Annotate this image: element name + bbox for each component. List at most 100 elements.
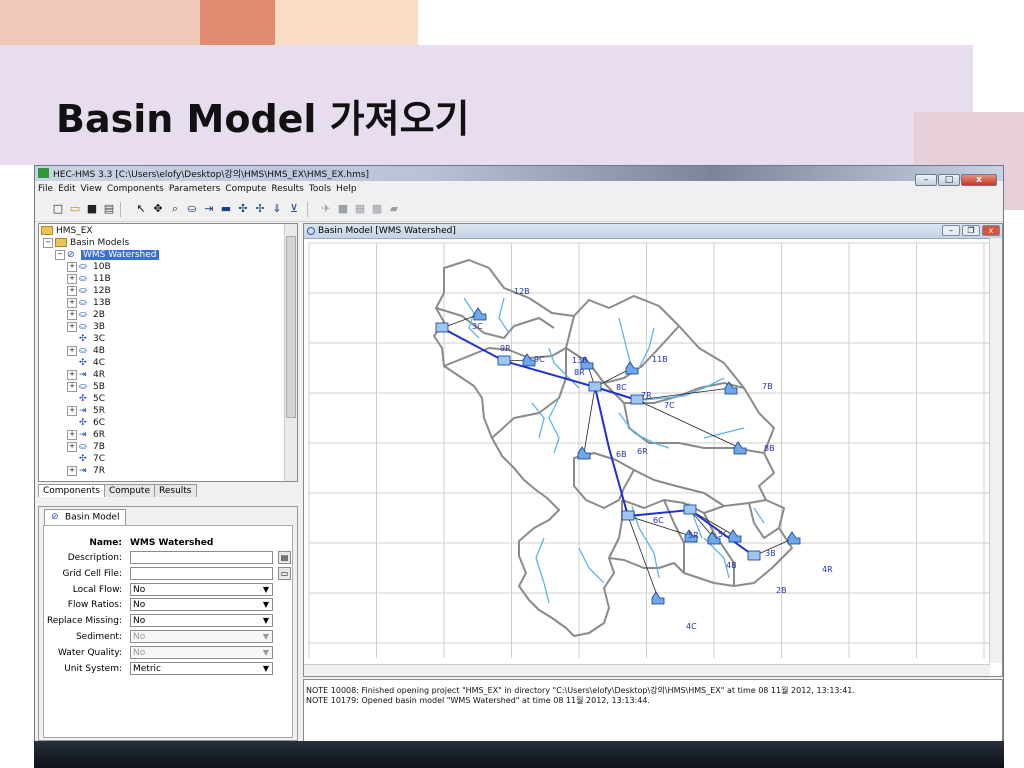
map-label: 7B [762,382,773,391]
tree-item-4r[interactable]: + ⇥ 4R [67,369,105,381]
diversion-tool-icon[interactable]: ✢ [253,202,267,216]
new-icon[interactable]: □ [51,202,65,216]
tree-item-4c[interactable]: +✣4C [67,357,105,369]
element-labels: 12B 3C 9R 9C 13B 11B 8R 8C 7R 7B 7C 8B 6B 6R 6C 5R 5C 3B 4… [472,287,833,631]
tree-basin-models[interactable]: − Basin Models [43,237,129,249]
menu-parameters[interactable]: Parameters [166,183,223,194]
collapse-icon[interactable]: − [43,237,53,248]
tree-item-6c[interactable]: +✣6C [67,417,105,429]
expand-icon[interactable]: + [67,297,77,308]
junction-icon [588,381,602,392]
tree-item-3b[interactable]: + ⛀ 3B [67,321,105,333]
subbasin-icon [577,446,591,460]
expand-icon[interactable]: + [67,285,77,296]
zoom-icon[interactable]: ⌕ [168,202,182,216]
map-horizontal-scrollbar[interactable] [304,664,990,676]
junction-icon [683,504,697,515]
unit-system-select[interactable]: Metric ▼ [130,662,273,675]
collapse-icon[interactable]: − [55,249,65,260]
reservoir-tool-icon[interactable]: ▬ [219,202,233,216]
description-field[interactable] [130,551,273,564]
chevron-down-icon: ▼ [262,616,269,625]
local-flow-select[interactable]: No ▼ [130,583,273,596]
map-label: 9R [500,344,511,353]
expand-icon[interactable]: + [67,405,77,416]
tab-compute[interactable]: Compute [103,484,155,497]
description-edit-icon[interactable]: ▤ [278,551,291,564]
tree-item-4b[interactable]: + ⛀ 4B [67,345,105,357]
reach-icon: ⇥ [79,369,87,380]
message-line: NOTE 10179: Opened basin model "WMS Wate… [306,696,650,705]
local-flow-label: Local Flow: [72,585,122,595]
tree-item-3c[interactable]: +✣3C [67,333,105,345]
tree-item-11b[interactable]: + ⛀ 11B [67,273,111,285]
tree-item-5r[interactable]: + ⇥ 5R [67,405,105,417]
tree-item-7r[interactable]: + ⇥ 7R [67,465,105,477]
basin-map-canvas[interactable]: 12B 3C 9R 9C 13B 11B 8R 8C 7R 7B 7C 8B 6B 6R 6C 5R 5C 3B 4… [304,238,1003,677]
sink-tool-icon[interactable]: ⊻ [287,202,301,216]
tree-item-13b[interactable]: + ⛀ 13B [67,297,111,309]
tree-scrollbar[interactable] [284,224,297,481]
expand-icon[interactable]: + [67,345,77,356]
reach-tool-icon[interactable]: ⇥ [202,202,216,216]
expand-icon[interactable]: + [67,261,77,272]
expand-icon[interactable]: + [67,273,77,284]
sediment-label: Sediment: [75,632,122,642]
tree-root[interactable]: HMS_EX [41,225,93,237]
menu-file[interactable]: File [35,183,55,194]
tree-item-7b[interactable]: + ⛀ 7B [67,441,105,453]
tree-item-5b[interactable]: + ⛀ 5B [67,381,105,393]
replace-missing-select[interactable]: No ▼ [130,614,273,627]
tree-item-2b[interactable]: + ⛀ 2B [67,309,105,321]
browse-folder-icon[interactable]: ▭ [278,567,291,580]
tree-item-7c[interactable]: +✣7C [67,453,105,465]
expand-icon[interactable]: + [67,465,77,476]
basin-model-icon: ⊘ [51,512,59,522]
tree-wms-watershed[interactable]: − ⊘ WMS Watershed [55,249,159,261]
tab-results[interactable]: Results [154,484,197,497]
save-icon[interactable]: ■ [85,202,99,216]
grid-cell-field[interactable] [130,567,273,580]
basin-restore-button[interactable]: ❐ [962,225,980,236]
subbasin-icon: ⛀ [79,381,87,392]
expand-icon[interactable]: + [67,369,77,380]
watershed-explorer-tree[interactable]: HMS_EX − Basin Models − ⊘ WMS Watershed + ⛀ 1… [38,223,298,482]
basin-minimize-button[interactable]: – [942,225,960,236]
basin-model-tab[interactable]: ⊘ Basin Model [44,509,127,526]
basin-model-icon: ⊘ [67,249,75,260]
map-label: 4C [686,622,697,631]
expand-icon[interactable]: + [67,441,77,452]
map-vertical-scrollbar[interactable] [989,238,1002,663]
scroll-thumb[interactable] [286,236,296,418]
menu-tools[interactable]: Tools [306,183,333,194]
expand-icon[interactable]: + [67,321,77,332]
menu-help[interactable]: Help [333,183,359,194]
open-icon[interactable]: ▭ [68,202,82,216]
map-label: 6R [637,447,648,456]
expand-icon[interactable]: + [67,309,77,320]
expand-icon[interactable]: + [67,381,77,392]
tab-components[interactable]: Components [38,484,105,497]
reach-icon: ⇥ [79,465,87,476]
tree-item-12b[interactable]: + ⛀ 12B [67,285,111,297]
global-summary-icon: ■ [337,202,349,215]
pan-icon[interactable]: ✥ [151,202,165,216]
subbasin-tool-icon[interactable]: ⛀ [185,202,199,216]
source-tool-icon[interactable]: ⇓ [270,202,284,216]
flow-ratios-select[interactable]: No ▼ [130,598,273,611]
menu-components[interactable]: Components [104,183,166,194]
basin-model-window: Basin Model [WMS Watershed] – ❐ x 12B 3C… [303,223,1003,677]
tree-item-10b[interactable]: + ⛀ 10B [67,261,111,273]
menu-compute[interactable]: Compute [222,183,268,194]
expand-icon[interactable]: + [67,429,77,440]
arrow-select-icon[interactable]: ↖ [134,202,148,216]
menu-results[interactable]: Results [268,183,306,194]
menu-view[interactable]: View [78,183,104,194]
basin-close-button[interactable]: x [982,225,1000,236]
tree-item-6r[interactable]: + ⇥ 6R [67,429,105,441]
tree-item-5c[interactable]: +✣5C [67,393,105,405]
replace-missing-label: Replace Missing: [46,616,122,626]
menu-edit[interactable]: Edit [55,183,77,194]
print-icon[interactable]: ▤ [102,202,116,216]
junction-tool-icon[interactable]: ✣ [236,202,250,216]
